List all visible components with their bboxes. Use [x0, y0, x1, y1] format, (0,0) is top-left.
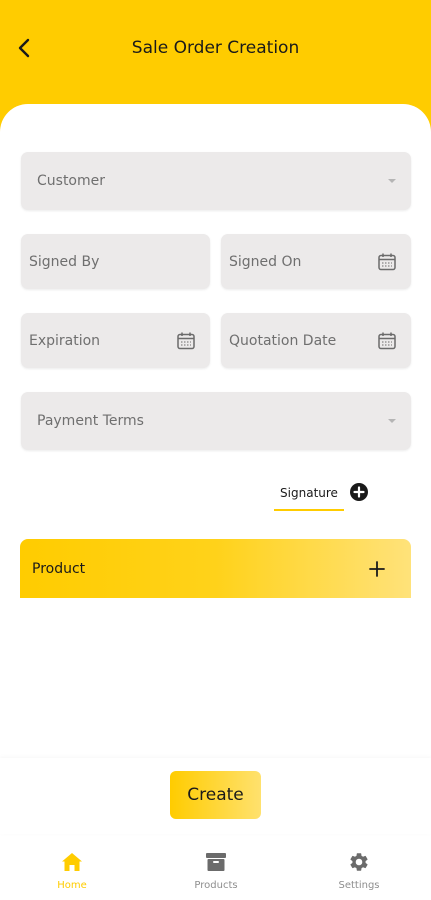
- payment-terms-label: Payment Terms: [37, 413, 144, 429]
- quotation-date-label: Quotation Date: [229, 332, 337, 349]
- bottom-navigation: Home Products Settings: [0, 836, 431, 900]
- expiration-label: Expiration: [29, 332, 101, 349]
- gear-icon: [347, 850, 371, 874]
- product-label: Product: [32, 560, 86, 577]
- dropdown-arrow-icon: [387, 178, 397, 184]
- signed-on-date-field[interactable]: Signed On: [221, 234, 411, 289]
- customer-label: Customer: [37, 173, 106, 189]
- quotation-date-field[interactable]: Quotation Date: [221, 313, 411, 368]
- signed-by-input[interactable]: Signed By: [21, 234, 210, 289]
- add-signature-icon[interactable]: [350, 483, 368, 501]
- customer-dropdown[interactable]: Customer: [21, 152, 411, 210]
- archive-box-icon: [204, 850, 228, 874]
- signature-underline: [274, 509, 344, 511]
- create-button[interactable]: Create: [170, 771, 261, 819]
- signed-on-label: Signed On: [229, 253, 302, 270]
- signed-by-label: Signed By: [29, 253, 100, 270]
- nav-label-home: Home: [57, 880, 87, 891]
- nav-item-settings[interactable]: Settings: [299, 836, 419, 900]
- signature-section: Signature: [274, 482, 374, 512]
- expiration-date-field[interactable]: Expiration: [21, 313, 210, 368]
- dropdown-arrow-icon: [387, 418, 397, 424]
- calendar-icon[interactable]: [377, 331, 397, 351]
- nav-item-home[interactable]: Home: [12, 836, 132, 900]
- add-product-icon[interactable]: [369, 560, 385, 577]
- payment-terms-dropdown[interactable]: Payment Terms: [21, 392, 411, 450]
- calendar-icon[interactable]: [377, 252, 397, 272]
- nav-label-settings: Settings: [338, 880, 380, 891]
- page-title: Sale Order Creation: [131, 38, 300, 58]
- signature-tab[interactable]: Signature: [274, 486, 344, 500]
- nav-label-products: Products: [194, 880, 238, 891]
- home-icon: [60, 850, 84, 874]
- product-section-header: Product: [20, 539, 411, 598]
- calendar-icon[interactable]: [176, 331, 196, 351]
- nav-item-products[interactable]: Products: [156, 836, 276, 900]
